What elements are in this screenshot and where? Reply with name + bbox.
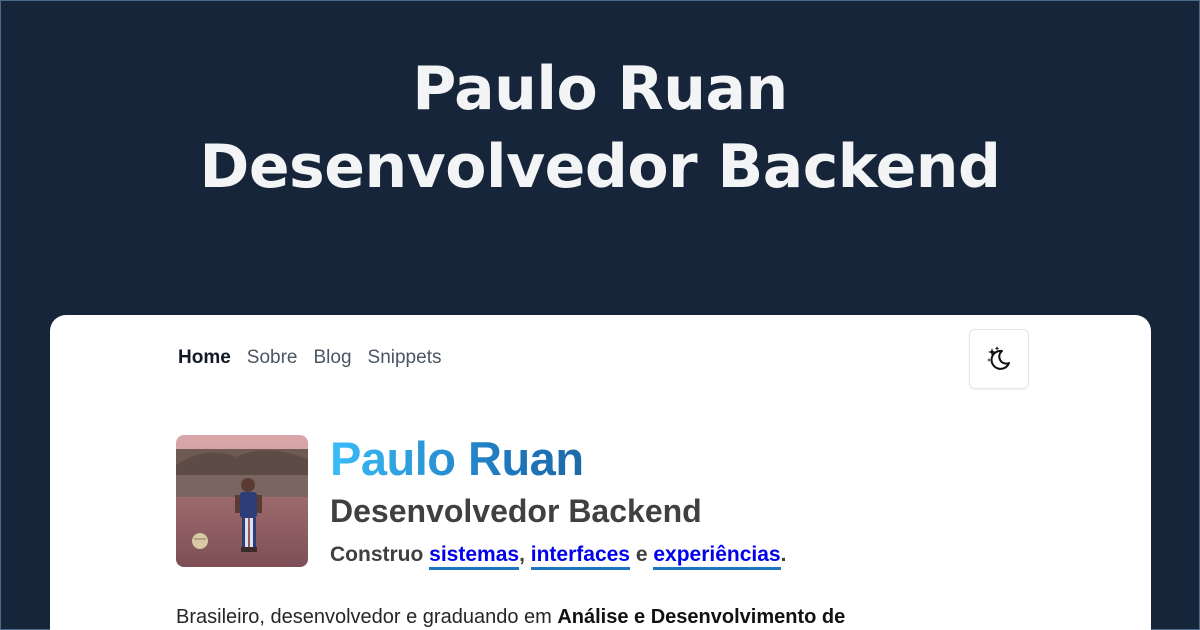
site-preview-card: Home Sobre Blog Snippets Paulo Ruan Dese… (50, 315, 1151, 630)
bio-emphasis: Análise e Desenvolvimento de (557, 606, 846, 628)
avatar (176, 435, 308, 567)
bio-paragraph: Brasileiro, desenvolvedor e graduando em… (176, 603, 996, 630)
profile-role: Desenvolvedor Backend (330, 493, 702, 529)
og-title-name: Paulo Ruan (412, 54, 788, 124)
nav-home[interactable]: Home (178, 347, 231, 369)
tagline-prefix: Construo (330, 543, 424, 566)
tagline-link-interfaces[interactable]: interfaces (530, 543, 630, 570)
bio-text: Brasileiro, desenvolvedor e graduando em (176, 606, 552, 628)
profile-tagline: Construo sistemas, interfaces e experiên… (330, 543, 787, 570)
tagline-link-experiencias[interactable]: experiências (653, 543, 781, 570)
theme-toggle-button[interactable] (969, 329, 1029, 389)
moon-stars-icon (987, 346, 1010, 370)
nav-blog[interactable]: Blog (314, 347, 352, 369)
tagline-sep-e: e (635, 543, 648, 566)
profile-name: Paulo Ruan (330, 432, 584, 485)
nav-sobre[interactable]: Sobre (247, 347, 298, 369)
og-title: Paulo Ruan Desenvolvedor Backend (0, 50, 1200, 206)
tagline-sep-comma: , (519, 543, 525, 566)
avatar-photo (176, 435, 308, 567)
nav-snippets[interactable]: Snippets (368, 347, 442, 369)
tagline-end: . (780, 543, 787, 566)
tagline-link-sistemas[interactable]: sistemas (429, 543, 520, 570)
main-nav: Home Sobre Blog Snippets (178, 347, 441, 369)
og-title-role: Desenvolvedor Backend (199, 132, 1001, 202)
